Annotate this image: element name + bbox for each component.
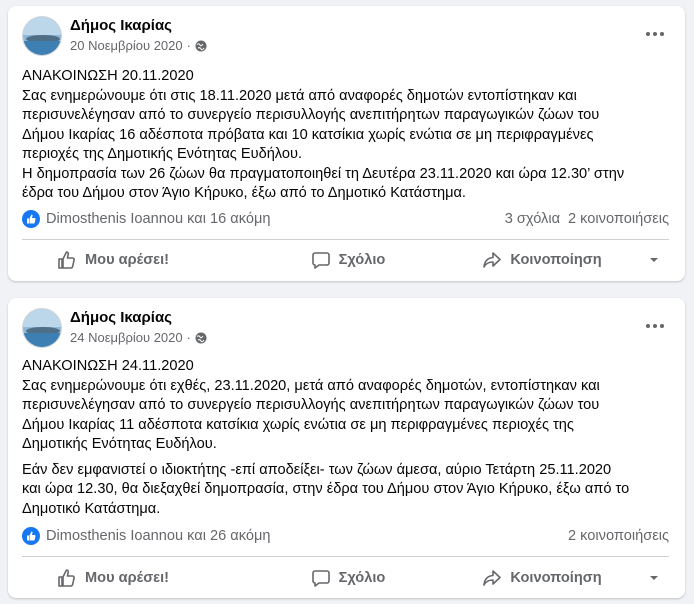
post-stats: Dimosthenis Ioannou και 16 ακόμη 3 σχόλι…: [22, 208, 669, 230]
like-button[interactable]: Μου αρέσει!: [22, 560, 251, 596]
post-line: περιοχές της Δημοτικής Ενότητας Ευδήλου.: [22, 146, 303, 162]
post-card: Δήμος Ικαρίας 20 Νοεμβρίου 2020 · ΑΝΑΚΟΙ…: [8, 6, 685, 281]
comment-label: Σχόλιο: [338, 570, 386, 586]
page-name[interactable]: Δήμος Ικαρίας: [70, 309, 172, 326]
divider: [22, 239, 669, 240]
share-icon: [483, 570, 502, 586]
post-actions: Μου αρέσει! Σχόλιο Κοινοποίηση: [22, 242, 669, 278]
share-icon: [483, 252, 502, 268]
globe-icon[interactable]: [195, 40, 207, 52]
post-text: ΑΝΑΚΟΙΝΩΣΗ 24.11.2020 Σας ενημερώνουμε ό…: [22, 357, 669, 519]
post-line: Δήμου Ικαρίας 11 αδέσποτα κατσίκια χωρίς…: [22, 416, 574, 433]
post-card: Δήμος Ικαρίας 24 Νοεμβρίου 2020 · ΑΝΑΚΟΙ…: [8, 298, 685, 598]
shares-count[interactable]: 2 κοινοποιήσεις: [568, 528, 669, 544]
post-line: Η δημοπρασία των 26 ζώων θα πραγματοποιη…: [22, 165, 625, 182]
post-header: Δήμος Ικαρίας 20 Νοεμβρίου 2020 ·: [8, 6, 685, 62]
post-date[interactable]: 24 Νοεμβρίου 2020: [70, 330, 183, 345]
post-meta: 24 Νοεμβρίου 2020 ·: [70, 330, 207, 345]
post-meta: 20 Νοεμβρίου 2020 ·: [70, 38, 207, 53]
page-name[interactable]: Δήμος Ικαρίας: [70, 17, 172, 34]
share-label: Κοινοποίηση: [510, 252, 602, 268]
post-line: έδρα του Δήμου στον Άγιο Κήρυκο, έξω από…: [22, 185, 466, 201]
share-label: Κοινοποίηση: [510, 570, 602, 586]
post-line: Δημοτικό Κατάστημα.: [22, 500, 161, 517]
more-options-icon[interactable]: [641, 316, 669, 336]
comment-button[interactable]: Σχόλιο: [251, 560, 445, 596]
post-line: Δημοτικής Ενότητας Ευδήλου.: [22, 436, 217, 452]
comment-icon: [311, 570, 330, 587]
divider: [22, 556, 669, 557]
share-button[interactable]: Κοινοποίηση: [445, 242, 639, 278]
post-date[interactable]: 20 Νοεμβρίου 2020: [70, 38, 183, 53]
like-label: Μου αρέσει!: [85, 570, 170, 586]
like-button[interactable]: Μου αρέσει!: [22, 242, 251, 278]
post-line: Σας ενημερώνουμε ότι εχθές, 23.11.2020, …: [22, 377, 600, 394]
comment-icon: [311, 252, 330, 269]
meta-separator: ·: [186, 330, 191, 345]
post-line: ΑΝΑΚΟΙΝΩΣΗ 20.11.2020: [22, 68, 194, 84]
meta-separator: ·: [186, 38, 191, 53]
page-avatar[interactable]: [22, 308, 62, 348]
caret-down-icon[interactable]: [639, 242, 669, 278]
post-line: ΑΝΑΚΟΙΝΩΣΗ 24.11.2020: [22, 358, 194, 374]
page-avatar[interactable]: [22, 16, 62, 56]
post-line: και ώρα 12.30, θα διεξαχθεί δημοπρασία, …: [22, 481, 630, 497]
like-reaction-icon[interactable]: [22, 527, 40, 545]
shares-count[interactable]: 2 κοινοποιήσεις: [568, 211, 669, 227]
comment-button[interactable]: Σχόλιο: [251, 242, 445, 278]
post-line: περισυνελέγησαν από το συνεργείο περισυλ…: [22, 107, 600, 123]
more-options-icon[interactable]: [641, 24, 669, 44]
thumbs-up-icon: [58, 251, 75, 269]
caret-down-icon[interactable]: [639, 560, 669, 596]
thumbs-up-icon: [58, 569, 75, 587]
reactions-count[interactable]: Dimosthenis Ioannou και 26 ακόμη: [46, 528, 271, 544]
post-actions: Μου αρέσει! Σχόλιο Κοινοποίηση: [22, 560, 669, 596]
like-reaction-icon[interactable]: [22, 210, 40, 228]
globe-icon[interactable]: [195, 332, 207, 344]
post-line: Σας ενημερώνουμε ότι στις 18.11.2020 μετ…: [22, 87, 577, 104]
post-stats: Dimosthenis Ioannou και 26 ακόμη 2 κοινο…: [22, 525, 669, 547]
post-header: Δήμος Ικαρίας 24 Νοεμβρίου 2020 ·: [8, 298, 685, 354]
post-line: Εάν δεν εμφανιστεί ο ιδιοκτήτης -επί απο…: [22, 461, 612, 478]
comment-label: Σχόλιο: [338, 252, 386, 268]
post-text: ΑΝΑΚΟΙΝΩΣΗ 20.11.2020 Σας ενημερώνουμε ό…: [22, 67, 669, 204]
post-line: περισυνελέγησαν από το συνεργείο περισυλ…: [22, 397, 600, 413]
post-line: Δήμου Ικαρίας 16 αδέσποτα πρόβατα και 10…: [22, 126, 594, 143]
reactions-count[interactable]: Dimosthenis Ioannou και 16 ακόμη: [46, 211, 271, 227]
comments-count[interactable]: 3 σχόλια: [505, 211, 560, 227]
like-label: Μου αρέσει!: [85, 252, 170, 268]
share-button[interactable]: Κοινοποίηση: [445, 560, 639, 596]
